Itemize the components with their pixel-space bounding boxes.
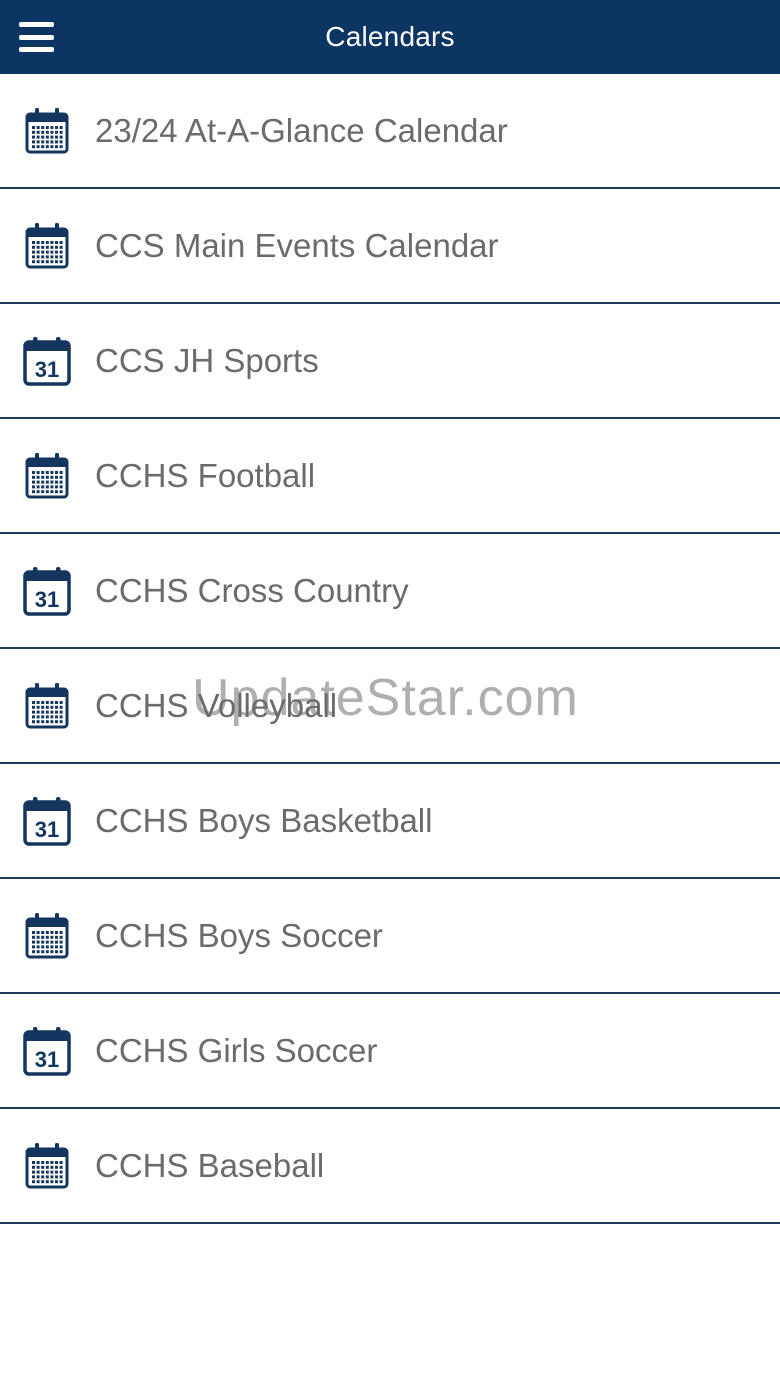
svg-text:31: 31 <box>35 357 59 382</box>
calendar-list-item[interactable]: CCHS Baseball <box>0 1109 780 1224</box>
calendar-list-item[interactable]: CCS Main Events Calendar <box>0 189 780 304</box>
menu-bar <box>19 22 54 27</box>
calendar-31-icon: 31 <box>21 335 73 387</box>
calendar-list-item[interactable]: 31 CCHS Girls Soccer <box>0 994 780 1109</box>
calendar-31-icon: 31 <box>21 1025 73 1077</box>
calendar-list-item[interactable]: 31 CCHS Cross Country <box>0 534 780 649</box>
calendar-label: CCS Main Events Calendar <box>95 226 499 264</box>
calendar-label: CCHS Volleyball <box>95 686 338 724</box>
calendar-grid-icon <box>21 1140 73 1192</box>
calendar-list-item[interactable]: CCHS Football <box>0 419 780 534</box>
calendar-list: 23/24 At-A-Glance Calendar CCS Main Even… <box>0 74 780 1224</box>
calendar-label: CCHS Boys Basketball <box>95 801 433 839</box>
calendar-label: CCS JH Sports <box>95 341 319 379</box>
menu-bar <box>19 47 54 52</box>
calendar-grid-icon <box>21 105 73 157</box>
svg-text:31: 31 <box>35 587 59 612</box>
calendar-label: CCHS Cross Country <box>95 571 409 609</box>
menu-bar <box>19 34 54 40</box>
calendar-list-item[interactable]: 23/24 At-A-Glance Calendar <box>0 74 780 189</box>
hamburger-menu-icon[interactable] <box>19 22 55 52</box>
svg-text:31: 31 <box>35 817 59 842</box>
app-header: Calendars <box>0 0 780 74</box>
calendar-list-item[interactable]: CCHS Boys Soccer <box>0 879 780 994</box>
calendar-label: CCHS Baseball <box>95 1146 325 1184</box>
calendar-label: CCHS Girls Soccer <box>95 1031 378 1069</box>
calendar-grid-icon <box>21 680 73 732</box>
calendar-list-item[interactable]: CCHS Volleyball <box>0 649 780 764</box>
calendar-grid-icon <box>21 910 73 962</box>
calendar-label: CCHS Football <box>95 456 316 494</box>
page-title: Calendars <box>325 21 455 52</box>
calendar-31-icon: 31 <box>21 565 73 617</box>
calendar-label: CCHS Boys Soccer <box>95 916 383 954</box>
calendar-label: 23/24 At-A-Glance Calendar <box>95 111 508 149</box>
calendar-grid-icon <box>21 220 73 272</box>
calendar-list-item[interactable]: 31 CCS JH Sports <box>0 304 780 419</box>
calendar-list-item[interactable]: 31 CCHS Boys Basketball <box>0 764 780 879</box>
calendar-31-icon: 31 <box>21 795 73 847</box>
svg-text:31: 31 <box>35 1047 59 1072</box>
calendar-grid-icon <box>21 450 73 502</box>
